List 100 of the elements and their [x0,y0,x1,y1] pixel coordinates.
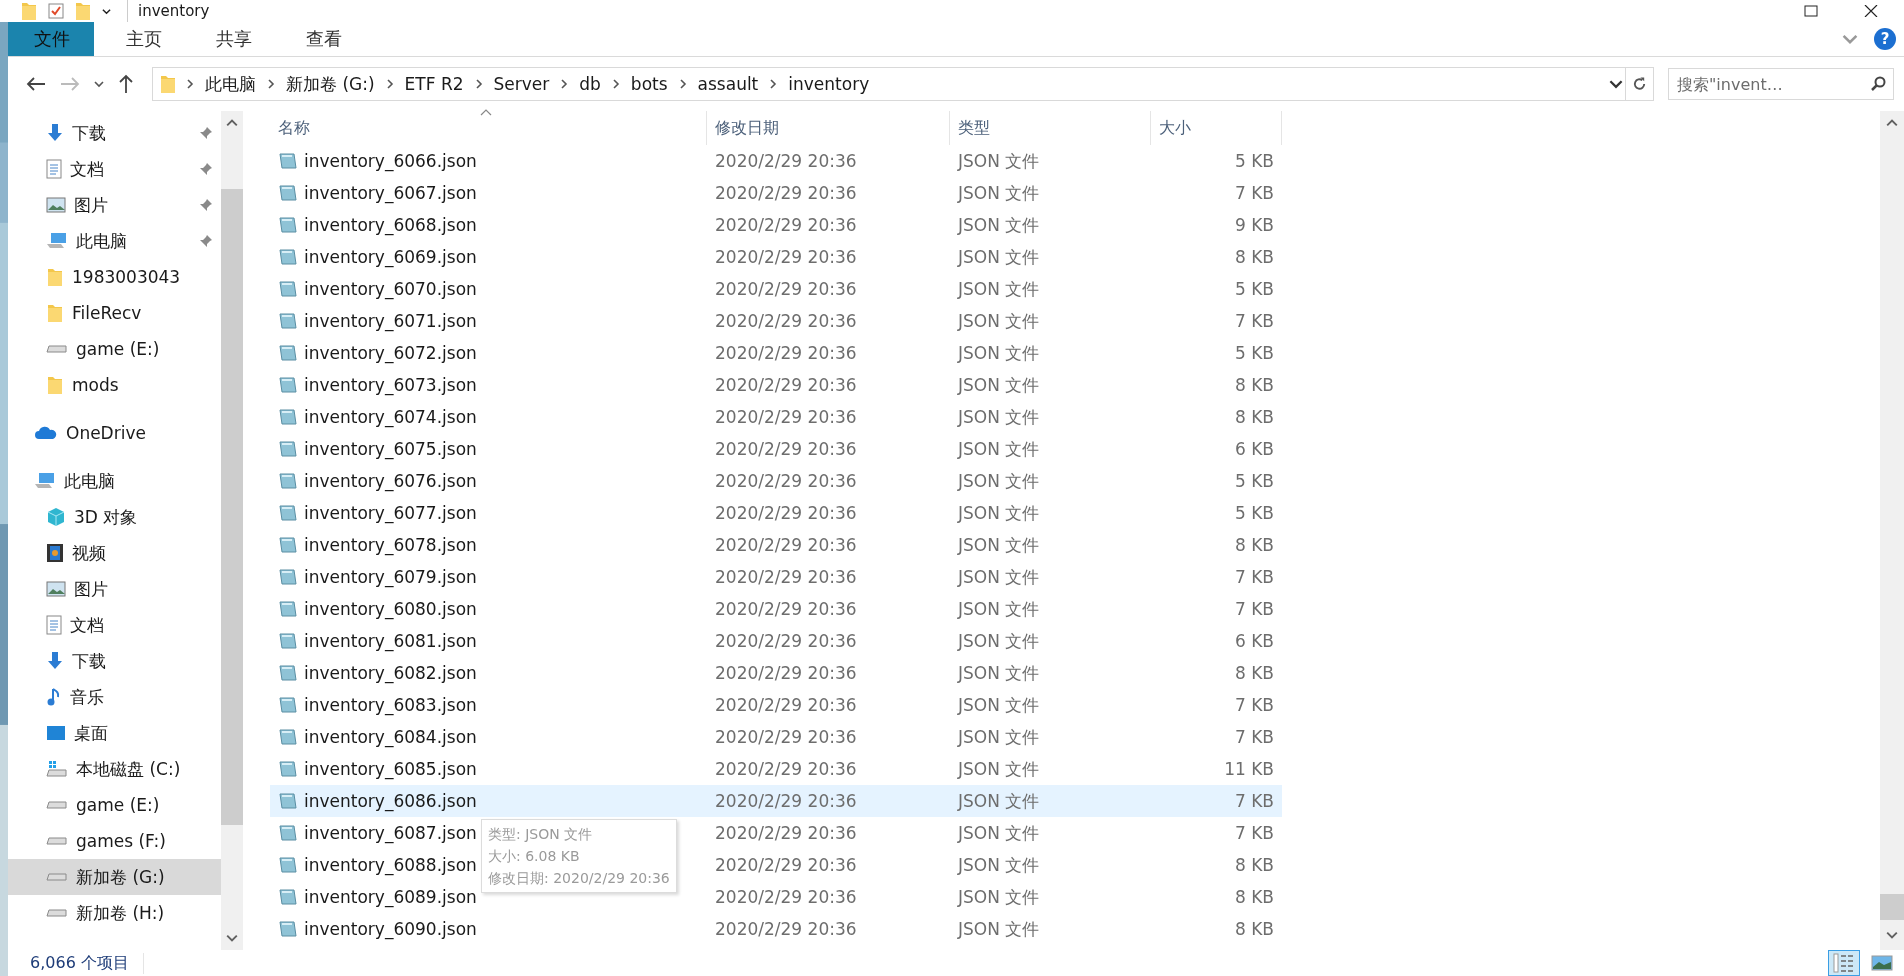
search-field[interactable]: 搜索"invent… [1668,68,1894,100]
search-icon [1870,76,1886,92]
help-button[interactable]: ? [1874,28,1896,50]
navigation-item[interactable]: 此电脑 [8,463,221,499]
modified-date: 2020/2/29 20:36 [714,471,858,491]
file-name: inventory_6088.json [304,855,477,875]
navigation-item[interactable]: 下载 [8,115,221,151]
selected-file-row[interactable]: inventory_6086.json 2020/2/29 20:36 JSON 文件 7 KB [270,785,1282,817]
file-type: JSON 文件 [956,821,1041,845]
file-type: JSON 文件 [956,277,1041,301]
breadcrumb[interactable]: 此电脑 [203,72,258,96]
file-type: JSON 文件 [956,181,1041,205]
chevron-icon [384,79,395,89]
checkbox-icon[interactable] [48,3,64,19]
file-type: JSON 文件 [956,885,1041,909]
scrollbar-thumb[interactable] [221,189,243,825]
file-name: inventory_6079.json [304,567,477,587]
navigation-item[interactable]: 下载 [8,643,221,679]
modified-date: 2020/2/29 20:36 [714,375,858,395]
view-button[interactable] [1828,950,1860,976]
computer-icon [46,232,68,250]
navigation-item[interactable]: 1983003043 [8,259,221,295]
chevron-icon [473,79,484,89]
chevron-icon [768,79,779,89]
column-header[interactable]: 修改日期 [707,111,950,145]
scrollbar[interactable] [1880,111,1904,950]
ribbon-tab[interactable]: 共享 [194,22,274,56]
close-icon[interactable] [1864,5,1878,17]
navigation-item[interactable]: 音乐 [8,679,221,715]
navigation-item[interactable]: game (E:) [8,331,221,367]
navigation-item[interactable]: 图片 [8,187,221,223]
file-icon [278,472,298,490]
breadcrumb[interactable]: bots [628,74,670,94]
navigation-item[interactable]: 视频 [8,535,221,571]
breadcrumb[interactable]: assault [695,74,761,94]
navigation-item[interactable]: 本地磁盘 (C:) [8,751,221,787]
picture-icon [46,581,66,597]
chevron-icon [559,79,570,89]
modified-date: 2020/2/29 20:36 [714,151,858,171]
modified-date: 2020/2/29 20:36 [714,279,858,299]
ribbon-tab[interactable]: 查看 [284,22,364,56]
file-size: 6 KB [1233,631,1275,651]
navigation-item[interactable]: 图片 [8,571,221,607]
address-bar[interactable]: 此电脑 新加卷 (G:) ETF R2 Server db bots assault inventory [152,67,1654,101]
folder-icon [159,74,177,94]
column-header[interactable]: 名称 [270,111,707,145]
file-type: JSON 文件 [956,565,1041,589]
navigation-item[interactable]: 新加卷 (G:) [8,859,221,895]
navigation-item[interactable]: 3D 对象 [8,499,221,535]
scrollbar[interactable] [221,111,243,950]
column-header[interactable]: 类型 [950,111,1151,145]
file-icon [278,664,298,682]
navigation-item[interactable]: 文档 [8,151,221,187]
scrollbar-thumb[interactable] [1880,894,1904,920]
navigation-item[interactable]: 新加卷 (H:) [8,895,221,931]
breadcrumb[interactable]: inventory [786,74,872,94]
file-icon [278,728,298,746]
navigation-item[interactable]: mods [8,367,221,403]
file-type: JSON 文件 [956,725,1041,749]
tooltip-line: 修改日期: 2020/2/29 20:36 [488,869,670,888]
modified-date: 2020/2/29 20:36 [714,791,858,811]
modified-date: 2020/2/29 20:36 [714,695,858,715]
drive-icon [46,343,68,355]
file-icon [278,184,298,202]
navigation-item[interactable]: FileRecv [8,295,221,331]
file-icon [278,920,298,938]
window-title: inventory [127,0,210,22]
file-icon [278,280,298,298]
ribbon-tab[interactable]: 主页 [104,22,184,56]
modified-date: 2020/2/29 20:36 [714,919,858,939]
breadcrumb[interactable]: db [577,74,603,94]
document-icon [46,159,62,179]
file-size: 7 KB [1233,695,1275,715]
chevron-icon [677,79,688,89]
navigation-item[interactable]: 桌面 [8,715,221,751]
file-size: 7 KB [1233,727,1275,747]
breadcrumb[interactable]: Server [491,74,552,94]
breadcrumb[interactable]: 新加卷 (G:) [284,72,377,96]
modified-date: 2020/2/29 20:36 [714,855,858,875]
navigation-item[interactable]: game (E:) [8,787,221,823]
chevron-icon [610,79,621,89]
folder-icon [46,267,64,287]
cloud-icon [34,426,58,440]
breadcrumb[interactable]: ETF R2 [402,74,466,94]
download-arrow-icon [46,123,64,143]
navigation-item[interactable]: OneDrive [8,415,221,451]
chevron-icon [266,79,276,89]
navigation-item[interactable]: 此电脑 [8,223,221,259]
navigation-item[interactable]: games (F:) [8,823,221,859]
ribbon-tab[interactable]: 文件 [8,22,94,56]
file-name: inventory_6081.json [304,631,477,651]
file-name: inventory_6078.json [304,535,477,555]
navigation-item[interactable]: 文档 [8,607,221,643]
column-header[interactable]: 大小 [1151,111,1282,145]
modified-date: 2020/2/29 20:36 [714,567,858,587]
file-size: 7 KB [1233,791,1275,811]
file-name: inventory_6089.json [304,887,477,907]
file-size: 8 KB [1233,855,1275,875]
maximize-icon[interactable] [1804,5,1818,17]
dropdown-icon [94,79,104,89]
